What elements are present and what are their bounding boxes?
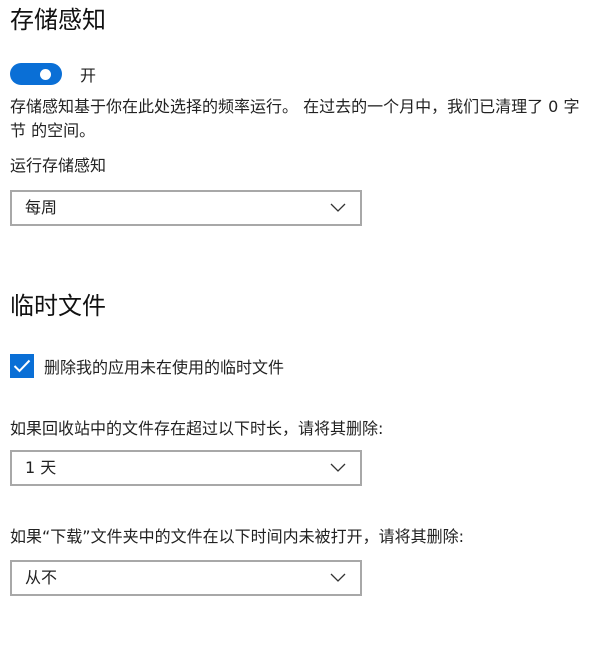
downloads-value: 从不	[25, 568, 58, 587]
temp-files-title: 临时文件	[10, 292, 106, 320]
downloads-dropdown[interactable]: 从不	[10, 560, 362, 596]
chevron-down-icon	[330, 573, 346, 582]
recycle-bin-value: 1 天	[25, 458, 57, 477]
chevron-down-icon	[330, 203, 346, 212]
recycle-bin-label: 如果回收站中的文件存在超过以下时长，请将其删除:	[10, 419, 384, 438]
chevron-down-icon	[330, 463, 346, 472]
run-frequency-dropdown[interactable]: 每周	[10, 190, 362, 226]
storage-sense-description: 存储感知基于你在此处选择的频率运行。 在过去的一个月中，我们已清理了 0 字节 …	[10, 97, 580, 140]
delete-unused-temp-label: 删除我的应用未在使用的临时文件	[44, 358, 285, 377]
storage-sense-toggle[interactable]	[10, 63, 62, 85]
storage-sense-toggle-row: 开	[10, 61, 96, 87]
delete-unused-temp-row: 删除我的应用未在使用的临时文件	[10, 354, 284, 378]
checkmark-icon	[13, 359, 31, 373]
toggle-knob	[40, 68, 51, 80]
downloads-label: 如果“下载”文件夹中的文件在以下时间内未被打开，请将其删除:	[10, 527, 464, 546]
delete-unused-temp-checkbox[interactable]	[10, 354, 34, 378]
storage-sense-title: 存储感知	[10, 6, 106, 34]
recycle-bin-dropdown[interactable]: 1 天	[10, 450, 362, 486]
run-storage-sense-label: 运行存储感知	[10, 156, 107, 175]
run-frequency-value: 每周	[25, 198, 58, 217]
toggle-state-label: 开	[80, 66, 97, 85]
